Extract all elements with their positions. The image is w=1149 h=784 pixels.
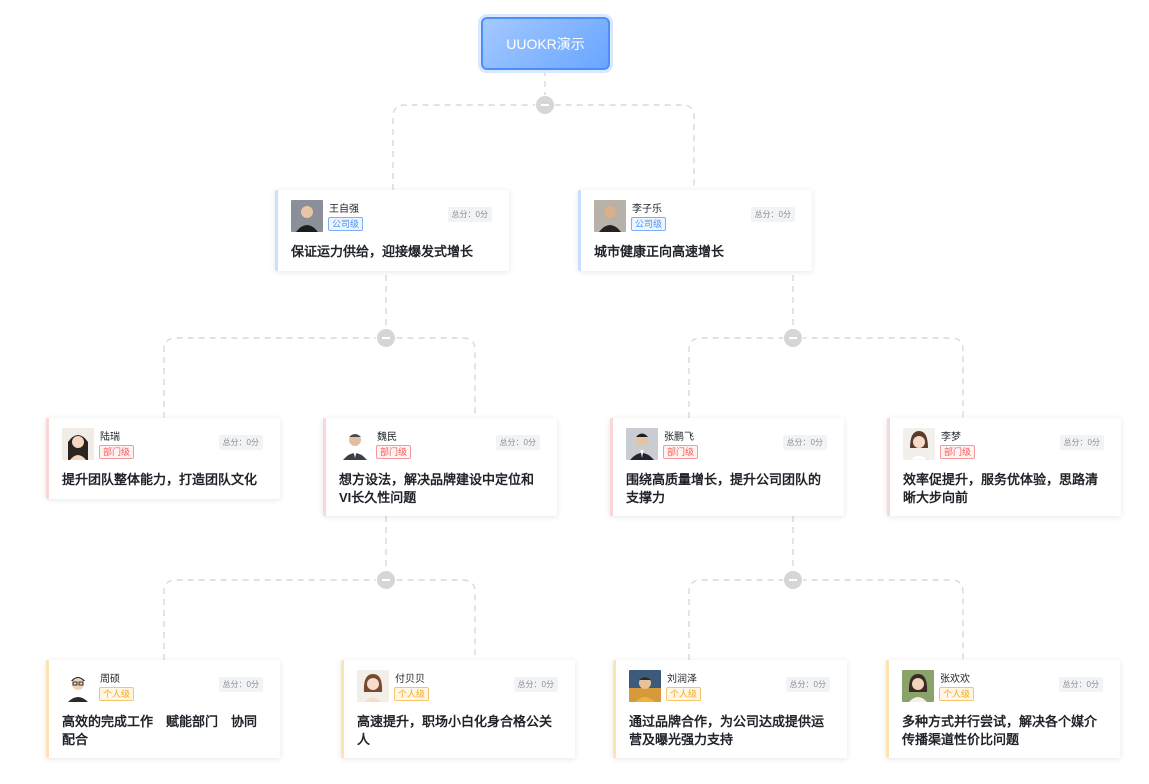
objective-text: 城市健康正向高速增长 xyxy=(594,244,725,259)
score-badge: 总分：0分 xyxy=(1058,677,1103,692)
minus-icon xyxy=(382,337,390,339)
owner-name: 刘润泽 xyxy=(667,674,697,685)
level-badge: 部门级 xyxy=(99,445,135,459)
okr-card[interactable]: 刘润泽 个人级 总分：0分 通过品牌合作，为公司达成提供运营及曝光强力支持 xyxy=(613,660,847,758)
okr-card[interactable]: 李子乐 公司级 总分：0分 城市健康正向高速增长 xyxy=(578,190,812,271)
score-badge: 总分：0分 xyxy=(782,435,827,450)
score-badge: 总分：0分 xyxy=(495,435,540,450)
okr-card[interactable]: 魏民 部门级 总分：0分 想方设法，解决品牌建设中定位和VI长久性问题 xyxy=(323,418,557,516)
connector-n1 xyxy=(163,275,476,418)
owner-name: 付贝贝 xyxy=(395,674,425,685)
minus-icon xyxy=(789,579,797,581)
minus-icon xyxy=(382,579,390,581)
level-badge: 部门级 xyxy=(376,445,412,459)
connector-n5 xyxy=(688,516,964,660)
owner-name: 王自强 xyxy=(329,204,359,215)
root-node-title: UUOKR演示 xyxy=(506,35,585,52)
level-badge: 部门级 xyxy=(663,445,699,459)
owner-name: 李梦 xyxy=(941,432,961,443)
user-avatar-icon xyxy=(902,670,934,702)
score-badge: 总分：0分 xyxy=(218,435,263,450)
connector-n2 xyxy=(688,275,964,418)
collapse-toggle-n2[interactable] xyxy=(783,328,803,348)
user-avatar-icon xyxy=(903,428,935,460)
owner-name: 张鹏飞 xyxy=(664,432,694,443)
minus-icon xyxy=(541,104,549,106)
owner-name: 周硕 xyxy=(100,674,120,685)
objective-text: 保证运力供给，迎接爆发式增长 xyxy=(291,244,474,259)
objective-text: 想方设法，解决品牌建设中定位和VI长久性问题 xyxy=(339,472,535,505)
owner-name: 魏民 xyxy=(377,432,397,443)
user-avatar-icon xyxy=(339,428,371,460)
level-badge: 部门级 xyxy=(940,445,976,459)
objective-text: 效率促提升，服务优体验，思路清晰大步向前 xyxy=(903,472,1099,505)
user-avatar-icon xyxy=(629,670,661,702)
owner-name: 陆瑞 xyxy=(100,432,120,443)
level-badge: 公司级 xyxy=(328,217,364,231)
user-avatar-icon xyxy=(62,670,94,702)
score-badge: 总分：0分 xyxy=(218,677,263,692)
user-avatar-icon xyxy=(357,670,389,702)
collapse-toggle-n4[interactable] xyxy=(376,570,396,590)
user-avatar-icon xyxy=(291,200,323,232)
score-badge: 总分：0分 xyxy=(1059,435,1104,450)
level-badge: 个人级 xyxy=(666,687,702,701)
level-badge: 公司级 xyxy=(631,217,667,231)
user-avatar-icon xyxy=(62,428,94,460)
score-badge: 总分：0分 xyxy=(513,677,558,692)
objective-text: 围绕高质量增长，提升公司团队的支撑力 xyxy=(626,472,822,505)
collapse-toggle-root[interactable] xyxy=(535,95,555,115)
okr-card[interactable]: 张鹏飞 部门级 总分：0分 围绕高质量增长，提升公司团队的支撑力 xyxy=(610,418,844,516)
okr-card[interactable]: 王自强 公司级 总分：0分 保证运力供给，迎接爆发式增长 xyxy=(275,190,509,271)
okr-tree-canvas: UUOKR演示 王自强 公司级 总分：0分 保证运力供给，迎接爆发式增长 李子乐… xyxy=(0,0,1149,784)
objective-text: 高效的完成工作 赋能部门 协同配合 xyxy=(62,714,258,747)
user-avatar-icon xyxy=(594,200,626,232)
objective-text: 多种方式并行尝试，解决各个媒介传播渠道性价比问题 xyxy=(902,714,1098,747)
okr-card[interactable]: 周硕 个人级 总分：0分 高效的完成工作 赋能部门 协同配合 xyxy=(46,660,280,758)
okr-card[interactable]: 陆瑞 部门级 总分：0分 提升团队整体能力，打造团队文化 xyxy=(46,418,280,499)
user-avatar-icon xyxy=(626,428,658,460)
level-badge: 个人级 xyxy=(394,687,430,701)
score-badge: 总分：0分 xyxy=(447,207,492,222)
root-node[interactable]: UUOKR演示 xyxy=(481,17,610,70)
score-badge: 总分：0分 xyxy=(785,677,830,692)
objective-text: 提升团队整体能力，打造团队文化 xyxy=(62,472,258,487)
collapse-toggle-n5[interactable] xyxy=(783,570,803,590)
level-badge: 个人级 xyxy=(99,687,135,701)
minus-icon xyxy=(789,337,797,339)
level-badge: 个人级 xyxy=(939,687,975,701)
owner-name: 张欢欢 xyxy=(940,674,970,685)
okr-card[interactable]: 李梦 部门级 总分：0分 效率促提升，服务优体验，思路清晰大步向前 xyxy=(887,418,1121,516)
objective-text: 高速提升，职场小白化身合格公关人 xyxy=(357,714,553,747)
owner-name: 李子乐 xyxy=(632,204,662,215)
objective-text: 通过品牌合作，为公司达成提供运营及曝光强力支持 xyxy=(629,714,825,747)
connector-root xyxy=(392,70,695,190)
collapse-toggle-n1[interactable] xyxy=(376,328,396,348)
okr-card[interactable]: 张欢欢 个人级 总分：0分 多种方式并行尝试，解决各个媒介传播渠道性价比问题 xyxy=(886,660,1120,758)
score-badge: 总分：0分 xyxy=(750,207,795,222)
connector-n4 xyxy=(163,516,476,660)
okr-card[interactable]: 付贝贝 个人级 总分：0分 高速提升，职场小白化身合格公关人 xyxy=(341,660,575,758)
